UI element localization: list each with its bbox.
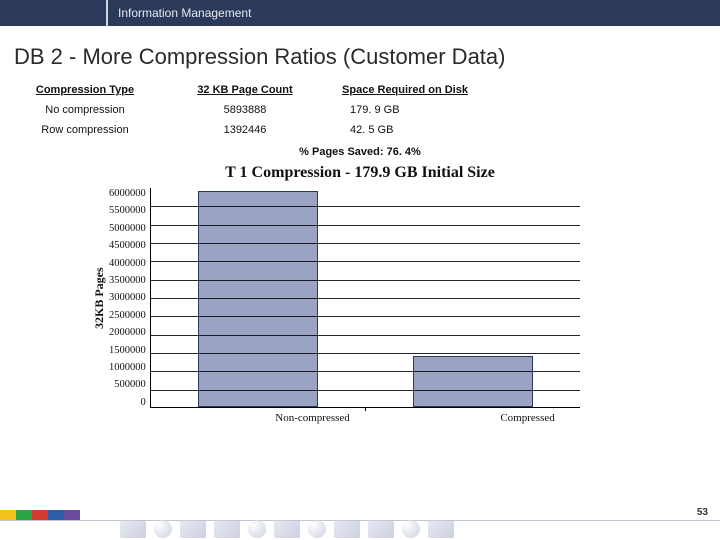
chart-plot-area (150, 188, 580, 408)
ytick: 4000000 (109, 258, 146, 269)
table-header-row: Compression Type 32 KB Page Count Space … (0, 80, 720, 100)
ytick: 1500000 (109, 345, 146, 356)
cell-type: No compression (0, 100, 170, 120)
ytick: 0 (141, 397, 146, 408)
ytick: 2500000 (109, 310, 146, 321)
table-row: No compression 5893888 179. 9 GB (0, 100, 720, 120)
cell-pages: 5893888 (170, 100, 320, 120)
cell-type: Row compression (0, 120, 170, 140)
ytick: 4500000 (109, 240, 146, 251)
ibm-logo (674, 0, 720, 26)
header-section-title: Information Management (108, 0, 674, 26)
xtick: Compressed (500, 412, 554, 424)
cell-space: 42. 5 GB (320, 120, 490, 140)
ytick: 6000000 (109, 188, 146, 199)
page-title: DB 2 - More Compression Ratios (Customer… (0, 26, 720, 80)
ytick: 2000000 (109, 327, 146, 338)
footer: 53 (0, 502, 720, 540)
xtick: Non-compressed (275, 412, 350, 424)
ytick: 500000 (114, 379, 146, 390)
ytick: 5000000 (109, 223, 146, 234)
col-header-space: Space Required on Disk (320, 80, 490, 100)
chart-xticks: Non-compressed Compressed (200, 408, 630, 424)
chart: T 1 Compression - 179.9 GB Initial Size … (90, 164, 630, 424)
col-header-type: Compression Type (0, 80, 170, 100)
col-header-pages: 32 KB Page Count (170, 80, 320, 100)
table-row: Row compression 1392446 42. 5 GB (0, 120, 720, 140)
cell-space: 179. 9 GB (320, 100, 490, 120)
compression-table: Compression Type 32 KB Page Count Space … (0, 80, 720, 140)
footer-motif (120, 520, 580, 540)
ytick: 3000000 (109, 292, 146, 303)
pages-saved-label: % Pages Saved: 76. 4% (0, 146, 720, 158)
footer-color-stripe (0, 510, 80, 520)
header-spacer (0, 0, 108, 26)
ytick: 5500000 (109, 205, 146, 216)
ytick: 3500000 (109, 275, 146, 286)
chart-bar (413, 356, 533, 407)
cell-pages: 1392446 (170, 120, 320, 140)
chart-ylabel: 32KB Pages (90, 188, 109, 408)
page-number: 53 (697, 507, 708, 518)
ibm-logo-icon (674, 3, 708, 23)
chart-yticks: 6000000 5500000 5000000 4500000 4000000 … (109, 188, 150, 408)
chart-title: T 1 Compression - 179.9 GB Initial Size (90, 164, 630, 182)
header-bar: Information Management (0, 0, 720, 26)
ytick: 1000000 (109, 362, 146, 373)
